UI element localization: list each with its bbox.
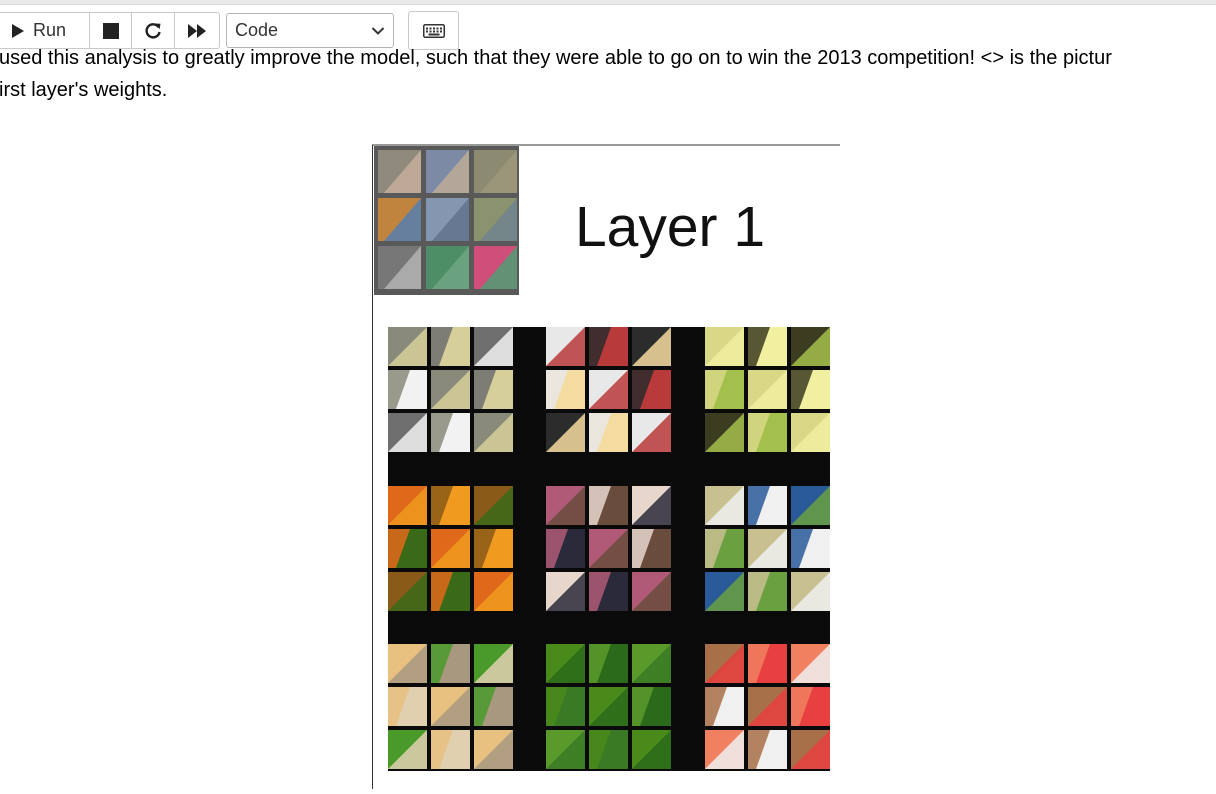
cell-type-select[interactable]: Code bbox=[226, 13, 394, 48]
play-icon bbox=[12, 23, 24, 38]
layer1-weights-figure: Layer 1 bbox=[372, 144, 842, 789]
layer-label: Layer 1 bbox=[575, 195, 765, 259]
layer1-figure-graphic: Layer 1 bbox=[372, 144, 840, 789]
chevron-down-icon bbox=[371, 26, 385, 35]
markdown-text-line-2: irst layer's weights. bbox=[0, 79, 168, 101]
cell-type-value: Code bbox=[235, 20, 279, 40]
interrupt-kernel-button[interactable] bbox=[90, 13, 132, 48]
notebook-header-border bbox=[0, 0, 1216, 5]
stop-icon bbox=[102, 22, 119, 39]
fast-forward-icon bbox=[188, 23, 206, 38]
keyboard-icon bbox=[422, 23, 445, 38]
run-label: Run bbox=[33, 20, 67, 40]
restart-kernel-button[interactable] bbox=[132, 13, 175, 48]
markdown-text-line-1: used this analysis to greatly improve th… bbox=[0, 47, 1112, 69]
run-button-group: Run bbox=[0, 12, 220, 49]
run-button[interactable]: Run bbox=[0, 13, 90, 48]
command-palette-button[interactable] bbox=[408, 11, 459, 50]
restart-icon bbox=[145, 22, 161, 38]
restart-run-all-button[interactable] bbox=[175, 13, 219, 48]
notebook-toolbar: Run Code bbox=[0, 11, 459, 50]
